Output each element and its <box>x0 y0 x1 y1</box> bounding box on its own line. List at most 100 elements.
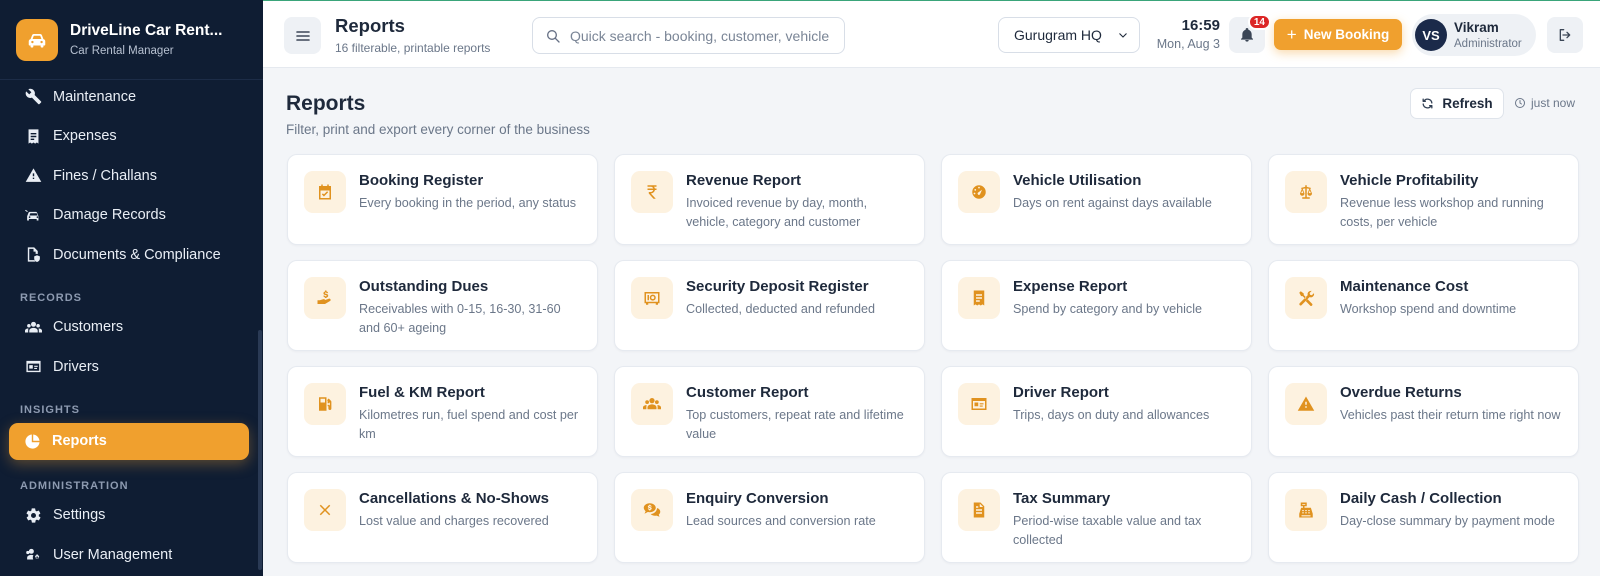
report-title: Daily Cash / Collection <box>1340 490 1502 507</box>
report-description: Trips, days on duty and allowances <box>1013 408 1210 422</box>
report-card[interactable]: Maintenance Cost Workshop spend and downt… <box>1268 260 1579 351</box>
sidebar-item-customers[interactable]: Customers <box>0 308 263 348</box>
sidebar-nav: Maintenance Expenses Fines / Challans Da… <box>0 77 263 575</box>
notification-count-badge: 14 <box>1247 14 1271 30</box>
report-description: Collected, deducted and refunded <box>686 302 876 316</box>
sidebar-scrollbar[interactable] <box>258 330 262 570</box>
refresh-label: Refresh <box>1442 96 1493 111</box>
report-description: Every booking in the period, any status <box>359 196 577 210</box>
id-card-icon <box>958 383 1000 425</box>
sidebar-item-drivers[interactable]: Drivers <box>0 347 263 387</box>
clock-icon <box>1515 98 1525 108</box>
sidebar-item-damage-records[interactable]: Damage Records <box>0 196 263 236</box>
brand-title: DriveLine Car Rent... <box>70 22 223 39</box>
sidebar-item-fines[interactable]: Fines / Challans <box>0 156 263 196</box>
sidebar-item-label: Documents & Compliance <box>53 246 221 263</box>
branch-select[interactable]: Gurugram HQ <box>998 17 1140 53</box>
sidebar-item-label: Damage Records <box>53 207 166 224</box>
report-description: Lead sources and conversion rate <box>686 514 876 528</box>
main-content: Reports Filter, print and export every c… <box>263 68 1600 576</box>
file-invoice-icon <box>958 489 1000 531</box>
cash-register-icon <box>1285 489 1327 531</box>
warning-icon <box>24 167 42 185</box>
clock: 16:59 Mon, Aug 3 <box>1148 17 1220 51</box>
report-card[interactable]: Tax Summary Period-wise taxable value and… <box>941 472 1252 563</box>
report-card[interactable]: Daily Cash / Collection Day-close summary… <box>1268 472 1579 563</box>
refresh-icon <box>1422 98 1433 109</box>
last-updated-text: just now <box>1531 96 1576 110</box>
section-subtitle: Filter, print and export every corner of… <box>286 122 590 137</box>
report-card[interactable]: Security Deposit Register Collected, dedu… <box>614 260 925 351</box>
report-title: Booking Register <box>359 172 484 189</box>
report-title: Maintenance Cost <box>1340 278 1469 295</box>
sidebar-item-user-management[interactable]: User Management <box>0 535 263 575</box>
file-shield-icon <box>24 246 42 264</box>
logout-button[interactable] <box>1547 17 1583 53</box>
id-card-icon <box>24 358 42 376</box>
report-card[interactable]: Outstanding Dues Receivables with 0-15, 1… <box>287 260 598 351</box>
sidebar-item-label: Settings <box>53 507 106 524</box>
sidebar-item-expenses[interactable]: Expenses <box>0 117 263 157</box>
fuel-icon <box>304 383 346 425</box>
report-card[interactable]: Booking Register Every booking in the per… <box>287 154 598 245</box>
calendar-check-icon <box>304 171 346 213</box>
search-input[interactable] <box>570 27 835 44</box>
user-role: Administrator <box>1454 38 1522 50</box>
report-description: Days on rent against days available <box>1013 196 1212 210</box>
report-card[interactable]: Vehicle Profitability Revenue less worksh… <box>1268 154 1579 245</box>
sidebar-item-settings[interactable]: Settings <box>0 496 263 536</box>
report-title: Customer Report <box>686 384 809 401</box>
users-icon <box>24 318 42 336</box>
report-description: Invoiced revenue by day, month, vehicle,… <box>686 196 868 229</box>
wrench-icon <box>24 88 42 106</box>
report-title: Tax Summary <box>1013 490 1111 507</box>
receipt-icon <box>958 277 1000 319</box>
users-cog-icon <box>24 546 42 564</box>
report-title: Outstanding Dues <box>359 278 489 295</box>
sidebar-item-maintenance[interactable]: Maintenance <box>0 77 263 117</box>
search-icon <box>547 29 560 43</box>
avatar: VS <box>1415 19 1447 51</box>
report-card[interactable]: Customer Report Top customers, repeat rat… <box>614 366 925 457</box>
report-card[interactable]: Expense Report Spend by category and by v… <box>941 260 1252 351</box>
report-card[interactable]: Driver Report Trips, days on duty and all… <box>941 366 1252 457</box>
plus-icon: + <box>1286 25 1297 44</box>
last-updated: just now <box>1514 96 1575 110</box>
top-header: Reports 16 filterable, printable reports… <box>263 0 1600 68</box>
report-title: Cancellations & No-Shows <box>359 490 550 507</box>
user-name: Vikram <box>1454 20 1499 35</box>
sidebar-item-reports[interactable]: Reports <box>9 422 249 460</box>
report-card[interactable]: Overdue Returns Vehicles past their retur… <box>1268 366 1579 457</box>
report-card[interactable]: Fuel & KM Report Kilometres run, fuel spe… <box>287 366 598 457</box>
report-title: Fuel & KM Report <box>359 384 485 401</box>
users-icon <box>631 383 673 425</box>
branch-select-value: Gurugram HQ <box>1014 27 1102 43</box>
report-title: Expense Report <box>1013 278 1128 295</box>
refresh-button[interactable]: Refresh <box>1410 88 1504 119</box>
sidebar-item-label: Reports <box>52 433 107 449</box>
section-title: Reports <box>286 92 366 115</box>
clock-date: Mon, Aug 3 <box>1156 37 1220 51</box>
x-icon <box>304 489 346 531</box>
car-logo-icon <box>16 18 58 61</box>
report-card[interactable]: Cancellations & No-Shows Lost value and c… <box>287 472 598 563</box>
report-title: Vehicle Profitability <box>1340 172 1479 189</box>
notifications-button[interactable]: 14 <box>1229 14 1271 53</box>
report-card[interactable]: Enquiry Conversion Lead sources and conve… <box>614 472 925 563</box>
report-card[interactable]: Vehicle Utilisation Days on rent against … <box>941 154 1252 245</box>
pie-chart-icon <box>23 432 41 450</box>
hamburger-icon <box>295 30 310 41</box>
sidebar-item-documents[interactable]: Documents & Compliance <box>0 235 263 275</box>
warning-icon <box>1285 383 1327 425</box>
menu-toggle-button[interactable] <box>284 17 321 54</box>
nav-section-administration: ADMINISTRATION <box>20 479 129 492</box>
brand[interactable]: DriveLine Car Rent... Car Rental Manager <box>0 0 263 80</box>
report-card[interactable]: Revenue Report Invoiced revenue by day, m… <box>614 154 925 245</box>
report-description: Receivables with 0-15, 16-30, 31-60 and … <box>359 302 561 335</box>
user-menu[interactable]: VS Vikram Administrator <box>1412 14 1536 56</box>
search-box[interactable] <box>532 17 845 54</box>
sidebar-item-label: Maintenance <box>53 88 137 105</box>
report-title: Overdue Returns <box>1340 384 1462 401</box>
new-booking-button[interactable]: + New Booking <box>1274 19 1402 50</box>
report-description: Vehicles past their return time right no… <box>1340 408 1561 422</box>
